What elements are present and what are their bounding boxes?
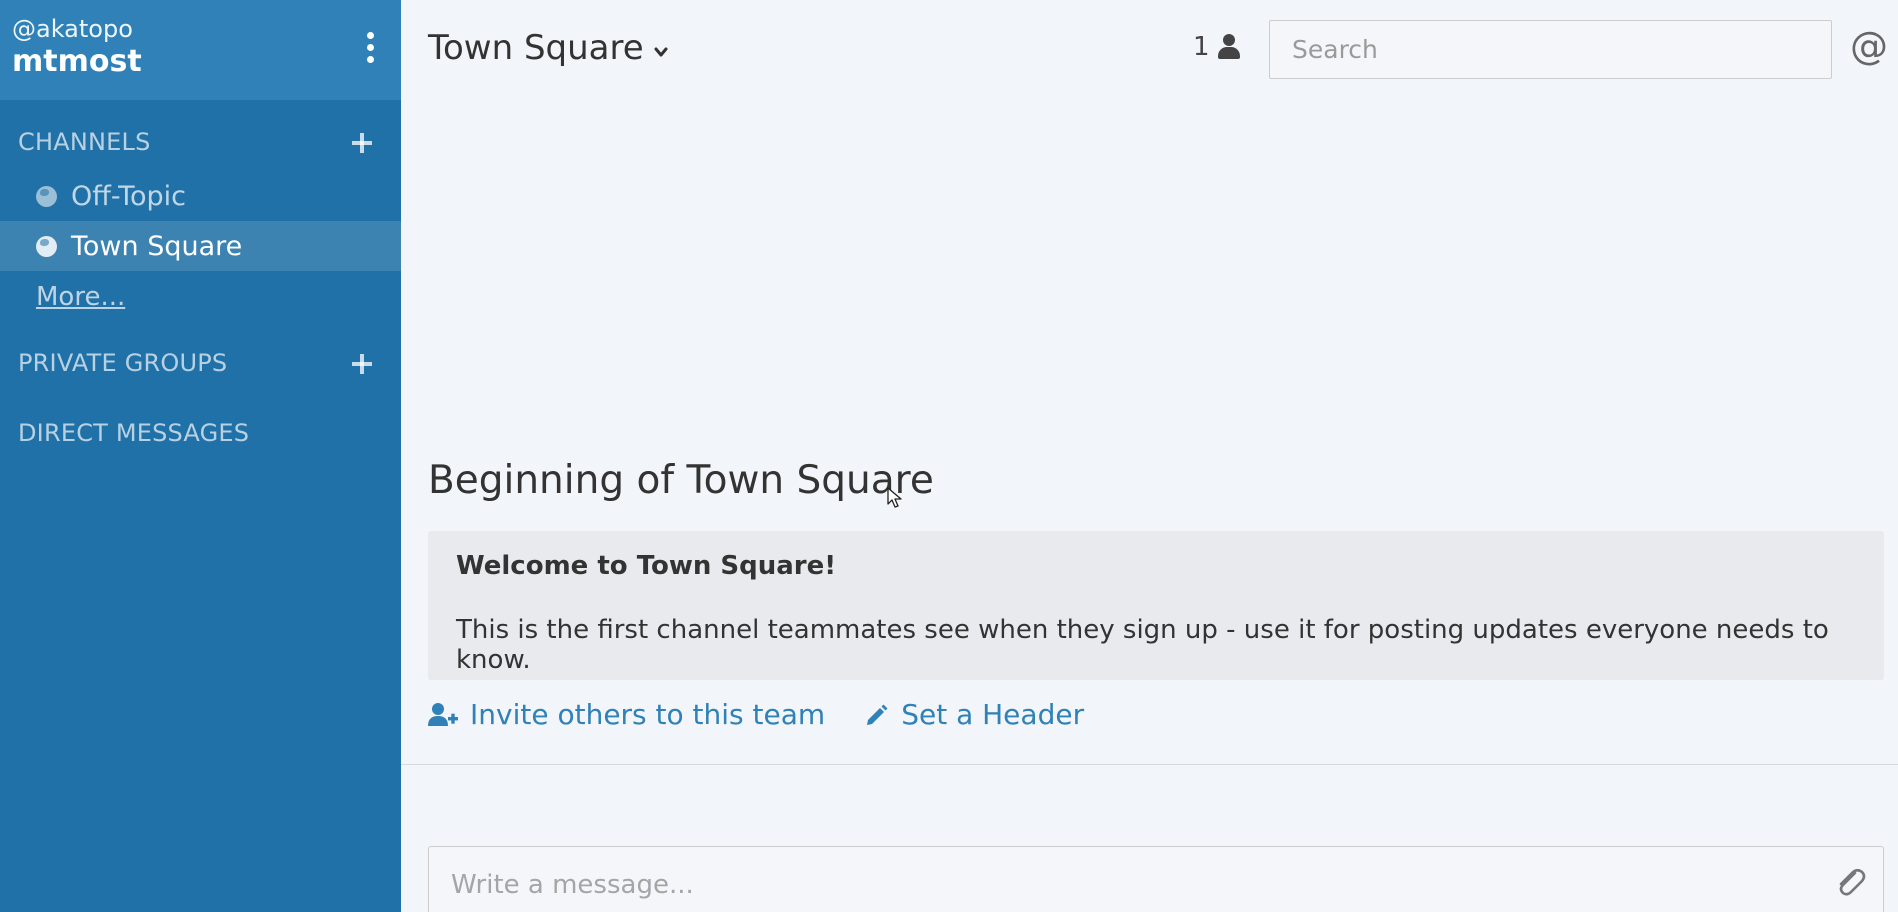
invite-others-link[interactable]: Invite others to this team [428,698,825,731]
private-groups-header: PRIVATE GROUPS [18,349,228,377]
at-mention-icon[interactable]: @ [1850,24,1888,68]
set-header-label: Set a Header [901,698,1085,731]
main-panel: Town Square 1 @ Beginning of Town Square… [401,0,1898,912]
direct-messages-header: DIRECT MESSAGES [18,419,250,447]
member-count: 1 [1193,32,1210,62]
add-channel-icon[interactable] [351,132,373,154]
sidebar-item-town-square[interactable]: Town Square [0,221,401,271]
message-composer [428,846,1884,912]
channel-title-dropdown[interactable]: Town Square [428,28,668,68]
globe-icon [36,235,57,257]
welcome-box: Welcome to Town Square! This is the firs… [428,531,1884,680]
team-header[interactable]: @akatopo mtmost [0,0,401,100]
pencil-icon [867,704,888,725]
intro-actions: Invite others to this team Set a Header [428,698,1124,731]
set-header-link[interactable]: Set a Header [865,698,1084,731]
channels-header: CHANNELS [18,128,151,156]
channel-title: Town Square [428,28,644,68]
sidebar-item-label: Off-Topic [71,180,187,212]
sidebar: @akatopo mtmost CHANNELS Off-Topic Town … [0,0,401,912]
mouse-cursor-icon [887,487,902,508]
chevron-down-icon [654,47,668,57]
team-name: mtmost [12,44,142,79]
main-menu-icon[interactable] [367,32,375,66]
sidebar-item-off-topic[interactable]: Off-Topic [0,171,401,221]
sidebar-item-label: Town Square [71,230,243,262]
team-username: @akatopo [12,15,133,43]
divider [401,764,1898,765]
welcome-heading: Welcome to Town Square! [456,551,837,581]
invite-others-label: Invite others to this team [470,698,826,731]
user-icon [1217,34,1240,60]
message-input[interactable] [429,847,1883,912]
globe-icon [36,185,57,207]
paperclip-icon[interactable] [1833,865,1867,899]
more-channels-link[interactable]: More... [36,282,125,312]
channel-intro-title: Beginning of Town Square [428,458,934,503]
welcome-body: This is the first channel teammates see … [456,615,1829,675]
user-plus-icon [428,702,458,726]
add-private-group-icon[interactable] [351,353,373,375]
member-count-button[interactable]: 1 [1193,32,1240,62]
search-input[interactable] [1269,20,1832,79]
